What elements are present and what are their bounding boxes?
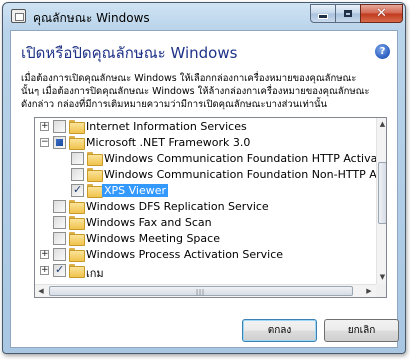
scroll-right-icon[interactable]: ▶	[363, 285, 375, 297]
folder-icon	[69, 200, 85, 214]
maximize-icon	[344, 10, 352, 17]
folder-icon	[69, 136, 85, 150]
folder-icon	[69, 232, 85, 246]
maximize-button[interactable]	[335, 4, 361, 23]
ok-button[interactable]: ตกลง	[242, 319, 317, 342]
feature-checkbox[interactable]	[71, 168, 84, 181]
folder-icon	[87, 184, 103, 198]
dialog-heading: เปิดหรือปิดคุณลักษณะ Windows	[21, 44, 238, 62]
title-bar[interactable]: คุณลักษณะ Windows ✕	[3, 3, 405, 30]
feature-label: Windows Fax and Scan	[86, 216, 212, 229]
features-tree[interactable]: + Internet Information Services − Micros…	[34, 117, 387, 298]
feature-row-games[interactable]: + เกม	[35, 262, 376, 280]
close-icon: ✕	[376, 6, 387, 21]
folder-icon	[69, 120, 85, 134]
feature-row-wcf-http[interactable]: Windows Communication Foundation HTTP Ac…	[35, 150, 376, 167]
feature-row-xps-viewer[interactable]: XPS Viewer	[35, 182, 376, 199]
feature-label: Microsoft .NET Framework 3.0	[86, 136, 251, 149]
feature-label: Windows Communication Foundation HTTP Ac…	[104, 152, 376, 165]
feature-checkbox[interactable]	[53, 248, 66, 261]
scroll-up-icon[interactable]: ▲	[377, 118, 386, 131]
feature-checkbox[interactable]	[53, 232, 66, 245]
feature-checkbox[interactable]	[53, 200, 66, 213]
collapse-icon[interactable]: −	[40, 138, 49, 147]
feature-checkbox-checked[interactable]	[71, 183, 84, 197]
description-line: เมื่อต้องการเปิดคุณลักษณะ Windows ให้เลื…	[21, 73, 357, 84]
feature-row-dfs[interactable]: Windows DFS Replication Service	[35, 198, 376, 215]
expand-icon[interactable]: +	[40, 266, 49, 275]
tree-rows: + Internet Information Services − Micros…	[35, 118, 376, 284]
feature-row-iis[interactable]: + Internet Information Services	[35, 118, 376, 135]
feature-label: เกม	[86, 267, 104, 280]
feature-label: Windows Meeting Space	[86, 232, 220, 245]
feature-row-fax-scan[interactable]: Windows Fax and Scan	[35, 214, 376, 231]
vertical-scroll-thumb[interactable]	[378, 162, 386, 224]
expand-icon[interactable]: +	[40, 122, 49, 131]
feature-row-dotnet[interactable]: − Microsoft .NET Framework 3.0	[35, 134, 376, 151]
scroll-left-icon[interactable]: ◀	[35, 285, 47, 297]
scroll-down-icon[interactable]: ▼	[377, 271, 386, 284]
description-line: นั้นๆ เมื่อต้องการปิดคุณลักษณะ Windows ใ…	[21, 86, 370, 97]
expand-icon[interactable]: +	[40, 250, 49, 259]
feature-row-process-activation[interactable]: + Windows Process Activation Service	[35, 246, 376, 263]
features-dialog-window: คุณลักษณะ Windows ✕ เปิดหรือปิดคุณลักษณะ…	[2, 2, 406, 354]
feature-checkbox-partial[interactable]	[53, 136, 66, 149]
folder-icon	[69, 248, 85, 262]
vertical-scrollbar[interactable]: ▲ ▼	[376, 118, 386, 284]
minimize-button[interactable]	[310, 4, 336, 23]
folder-icon	[87, 168, 103, 182]
feature-row-meeting-space[interactable]: Windows Meeting Space	[35, 230, 376, 247]
help-icon[interactable]: ?	[375, 44, 390, 59]
feature-label: Windows DFS Replication Service	[86, 200, 269, 213]
scrollbar-corner	[376, 284, 386, 297]
feature-checkbox[interactable]	[53, 120, 66, 133]
close-button[interactable]: ✕	[360, 4, 403, 23]
folder-icon	[69, 264, 85, 278]
feature-checkbox[interactable]	[71, 152, 84, 165]
cancel-button[interactable]: ยกเลิก	[324, 319, 399, 342]
feature-checkbox-checked[interactable]	[53, 263, 66, 277]
dialog-content: เปิดหรือปิดคุณลักษณะ Windows ? เมื่อต้อง…	[10, 30, 399, 348]
folder-icon	[87, 152, 103, 166]
folder-icon	[69, 216, 85, 230]
grip-icon: |||	[196, 289, 206, 296]
feature-checkbox[interactable]	[53, 216, 66, 229]
feature-label-selected: XPS Viewer	[102, 184, 169, 197]
description-line: ดังกล่าว กล่องที่มีการเติมหมายความว่ามีก…	[21, 99, 328, 110]
feature-label: Windows Process Activation Service	[86, 248, 284, 261]
description-text: เมื่อต้องการเปิดคุณลักษณะ Windows ให้เลื…	[21, 72, 391, 111]
window-app-icon	[11, 9, 26, 23]
window-title: คุณลักษณะ Windows	[33, 11, 150, 25]
horizontal-scroll-thumb[interactable]: |||	[49, 286, 353, 296]
minimize-icon	[318, 14, 328, 19]
horizontal-scrollbar[interactable]: ◀ ||| ▶	[35, 284, 376, 297]
feature-row-wcf-nonhttp[interactable]: Windows Communication Foundation Non-HTT…	[35, 166, 376, 183]
feature-label: Windows Communication Foundation Non-HTT…	[104, 168, 376, 181]
feature-label: Internet Information Services	[86, 120, 247, 133]
